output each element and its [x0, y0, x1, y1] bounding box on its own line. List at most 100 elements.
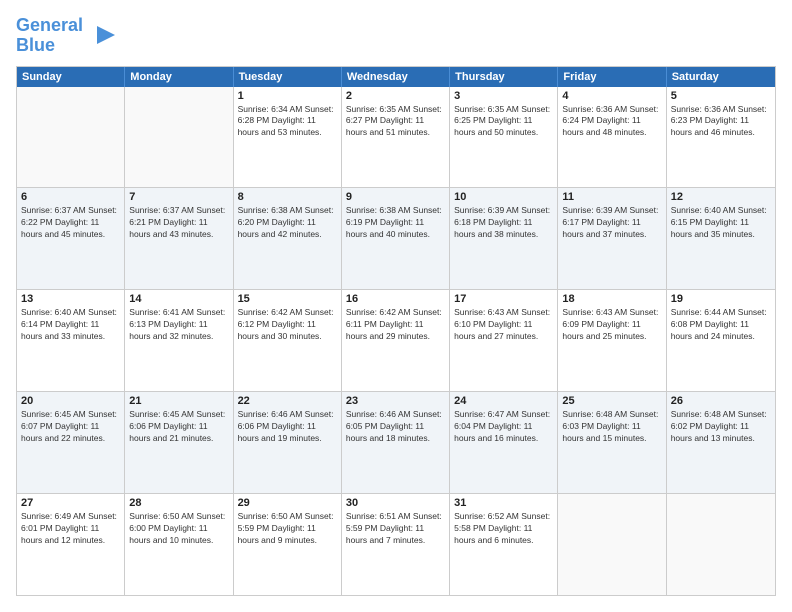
calendar-cell: 15 Sunrise: 6:42 AM Sunset: 6:12 PM Dayli… [234, 290, 342, 391]
calendar-row-2: 6 Sunrise: 6:37 AM Sunset: 6:22 PM Daylig… [17, 187, 775, 289]
calendar-cell [558, 494, 666, 595]
day-number: 31 [454, 497, 553, 509]
calendar-cell: 19 Sunrise: 6:44 AM Sunset: 6:08 PM Dayli… [667, 290, 775, 391]
day-number: 19 [671, 293, 771, 305]
day-number: 17 [454, 293, 553, 305]
day-info: Sunrise: 6:34 AM Sunset: 6:28 PM Dayligh… [238, 104, 337, 140]
calendar-cell: 9 Sunrise: 6:38 AM Sunset: 6:19 PM Daylig… [342, 188, 450, 289]
day-info: Sunrise: 6:52 AM Sunset: 5:58 PM Dayligh… [454, 511, 553, 547]
calendar-cell: 18 Sunrise: 6:43 AM Sunset: 6:09 PM Dayli… [558, 290, 666, 391]
day-number: 28 [129, 497, 228, 509]
calendar-cell: 20 Sunrise: 6:45 AM Sunset: 6:07 PM Dayli… [17, 392, 125, 493]
calendar-cell: 25Sunrise: 6:48 AM Sunset: 6:03 PM Dayli… [558, 392, 666, 493]
day-info: Sunrise: 6:49 AM Sunset: 6:01 PM Dayligh… [21, 511, 120, 547]
calendar-cell: 3Sunrise: 6:35 AM Sunset: 6:25 PM Daylig… [450, 87, 558, 188]
day-number: 8 [238, 191, 337, 203]
day-number: 6 [21, 191, 120, 203]
calendar-cell: 17 Sunrise: 6:43 AM Sunset: 6:10 PM Dayli… [450, 290, 558, 391]
weekday-header-monday: Monday [125, 67, 233, 87]
calendar-row-3: 13Sunrise: 6:40 AM Sunset: 6:14 PM Dayli… [17, 289, 775, 391]
day-number: 27 [21, 497, 120, 509]
day-number: 3 [454, 90, 553, 102]
day-info: Sunrise: 6:51 AM Sunset: 5:59 PM Dayligh… [346, 511, 445, 547]
calendar-cell: 10Sunrise: 6:39 AM Sunset: 6:18 PM Dayli… [450, 188, 558, 289]
calendar-cell: 14Sunrise: 6:41 AM Sunset: 6:13 PM Dayli… [125, 290, 233, 391]
calendar-cell: 16Sunrise: 6:42 AM Sunset: 6:11 PM Dayli… [342, 290, 450, 391]
day-info: Sunrise: 6:46 AM Sunset: 6:05 PM Dayligh… [346, 409, 445, 445]
day-info: Sunrise: 6:50 AM Sunset: 5:59 PM Dayligh… [238, 511, 337, 547]
day-number: 12 [671, 191, 771, 203]
calendar-cell: 28 Sunrise: 6:50 AM Sunset: 6:00 PM Dayli… [125, 494, 233, 595]
day-info: Sunrise: 6:43 AM Sunset: 6:10 PM Dayligh… [454, 307, 553, 343]
day-number: 4 [562, 90, 661, 102]
weekday-header-saturday: Saturday [667, 67, 775, 87]
calendar-cell: 8 Sunrise: 6:38 AM Sunset: 6:20 PM Daylig… [234, 188, 342, 289]
day-info: Sunrise: 6:43 AM Sunset: 6:09 PM Dayligh… [562, 307, 661, 343]
day-number: 26 [671, 395, 771, 407]
day-number: 21 [129, 395, 228, 407]
logo-icon [87, 21, 117, 51]
calendar-cell: 11 Sunrise: 6:39 AM Sunset: 6:17 PM Dayli… [558, 188, 666, 289]
calendar-cell: 30 Sunrise: 6:51 AM Sunset: 5:59 PM Dayli… [342, 494, 450, 595]
calendar-cell [17, 87, 125, 188]
day-number: 9 [346, 191, 445, 203]
logo-general: General [16, 15, 83, 35]
calendar-cell: 22 Sunrise: 6:46 AM Sunset: 6:06 PM Dayli… [234, 392, 342, 493]
day-number: 20 [21, 395, 120, 407]
day-number: 23 [346, 395, 445, 407]
logo-text-block: General Blue [16, 16, 117, 56]
calendar-cell: 31 Sunrise: 6:52 AM Sunset: 5:58 PM Dayli… [450, 494, 558, 595]
day-info: Sunrise: 6:46 AM Sunset: 6:06 PM Dayligh… [238, 409, 337, 445]
day-number: 18 [562, 293, 661, 305]
day-number: 15 [238, 293, 337, 305]
weekday-header-tuesday: Tuesday [234, 67, 342, 87]
day-info: Sunrise: 6:36 AM Sunset: 6:24 PM Dayligh… [562, 104, 661, 140]
day-info: Sunrise: 6:37 AM Sunset: 6:21 PM Dayligh… [129, 205, 228, 241]
calendar-body: 1 Sunrise: 6:34 AM Sunset: 6:28 PM Daylig… [17, 87, 775, 595]
day-info: Sunrise: 6:37 AM Sunset: 6:22 PM Dayligh… [21, 205, 120, 241]
day-info: Sunrise: 6:44 AM Sunset: 6:08 PM Dayligh… [671, 307, 771, 343]
day-info: Sunrise: 6:36 AM Sunset: 6:23 PM Dayligh… [671, 104, 771, 140]
day-info: Sunrise: 6:42 AM Sunset: 6:12 PM Dayligh… [238, 307, 337, 343]
day-info: Sunrise: 6:48 AM Sunset: 6:02 PM Dayligh… [671, 409, 771, 445]
weekday-header-thursday: Thursday [450, 67, 558, 87]
header: General Blue [16, 16, 776, 56]
day-info: Sunrise: 6:50 AM Sunset: 6:00 PM Dayligh… [129, 511, 228, 547]
calendar-cell: 26 Sunrise: 6:48 AM Sunset: 6:02 PM Dayli… [667, 392, 775, 493]
calendar-header: SundayMondayTuesdayWednesdayThursdayFrid… [17, 67, 775, 87]
calendar-cell: 29Sunrise: 6:50 AM Sunset: 5:59 PM Dayli… [234, 494, 342, 595]
calendar-cell: 7Sunrise: 6:37 AM Sunset: 6:21 PM Daylig… [125, 188, 233, 289]
day-number: 10 [454, 191, 553, 203]
day-info: Sunrise: 6:48 AM Sunset: 6:03 PM Dayligh… [562, 409, 661, 445]
day-info: Sunrise: 6:45 AM Sunset: 6:07 PM Dayligh… [21, 409, 120, 445]
calendar-cell: 27 Sunrise: 6:49 AM Sunset: 6:01 PM Dayli… [17, 494, 125, 595]
day-number: 22 [238, 395, 337, 407]
calendar-cell: 6 Sunrise: 6:37 AM Sunset: 6:22 PM Daylig… [17, 188, 125, 289]
calendar-cell: 21Sunrise: 6:45 AM Sunset: 6:06 PM Dayli… [125, 392, 233, 493]
page: General Blue SundayMondayTuesdayWednesda… [0, 0, 792, 612]
calendar: SundayMondayTuesdayWednesdayThursdayFrid… [16, 66, 776, 596]
day-number: 24 [454, 395, 553, 407]
calendar-cell: 23 Sunrise: 6:46 AM Sunset: 6:05 PM Dayli… [342, 392, 450, 493]
calendar-row-5: 27 Sunrise: 6:49 AM Sunset: 6:01 PM Dayli… [17, 493, 775, 595]
day-info: Sunrise: 6:40 AM Sunset: 6:14 PM Dayligh… [21, 307, 120, 343]
calendar-cell: 24Sunrise: 6:47 AM Sunset: 6:04 PM Dayli… [450, 392, 558, 493]
day-number: 1 [238, 90, 337, 102]
logo-blue: Blue [16, 35, 55, 55]
calendar-row-4: 20 Sunrise: 6:45 AM Sunset: 6:07 PM Dayli… [17, 391, 775, 493]
day-info: Sunrise: 6:38 AM Sunset: 6:20 PM Dayligh… [238, 205, 337, 241]
day-number: 2 [346, 90, 445, 102]
day-info: Sunrise: 6:38 AM Sunset: 6:19 PM Dayligh… [346, 205, 445, 241]
calendar-cell: 4 Sunrise: 6:36 AM Sunset: 6:24 PM Daylig… [558, 87, 666, 188]
day-number: 11 [562, 191, 661, 203]
day-info: Sunrise: 6:39 AM Sunset: 6:17 PM Dayligh… [562, 205, 661, 241]
day-info: Sunrise: 6:41 AM Sunset: 6:13 PM Dayligh… [129, 307, 228, 343]
logo-text: General Blue [16, 16, 83, 56]
calendar-cell: 5Sunrise: 6:36 AM Sunset: 6:23 PM Daylig… [667, 87, 775, 188]
calendar-row-1: 1 Sunrise: 6:34 AM Sunset: 6:28 PM Daylig… [17, 87, 775, 188]
weekday-header-sunday: Sunday [17, 67, 125, 87]
day-number: 30 [346, 497, 445, 509]
calendar-cell: 1 Sunrise: 6:34 AM Sunset: 6:28 PM Daylig… [234, 87, 342, 188]
calendar-cell: 13Sunrise: 6:40 AM Sunset: 6:14 PM Dayli… [17, 290, 125, 391]
calendar-cell: 12Sunrise: 6:40 AM Sunset: 6:15 PM Dayli… [667, 188, 775, 289]
